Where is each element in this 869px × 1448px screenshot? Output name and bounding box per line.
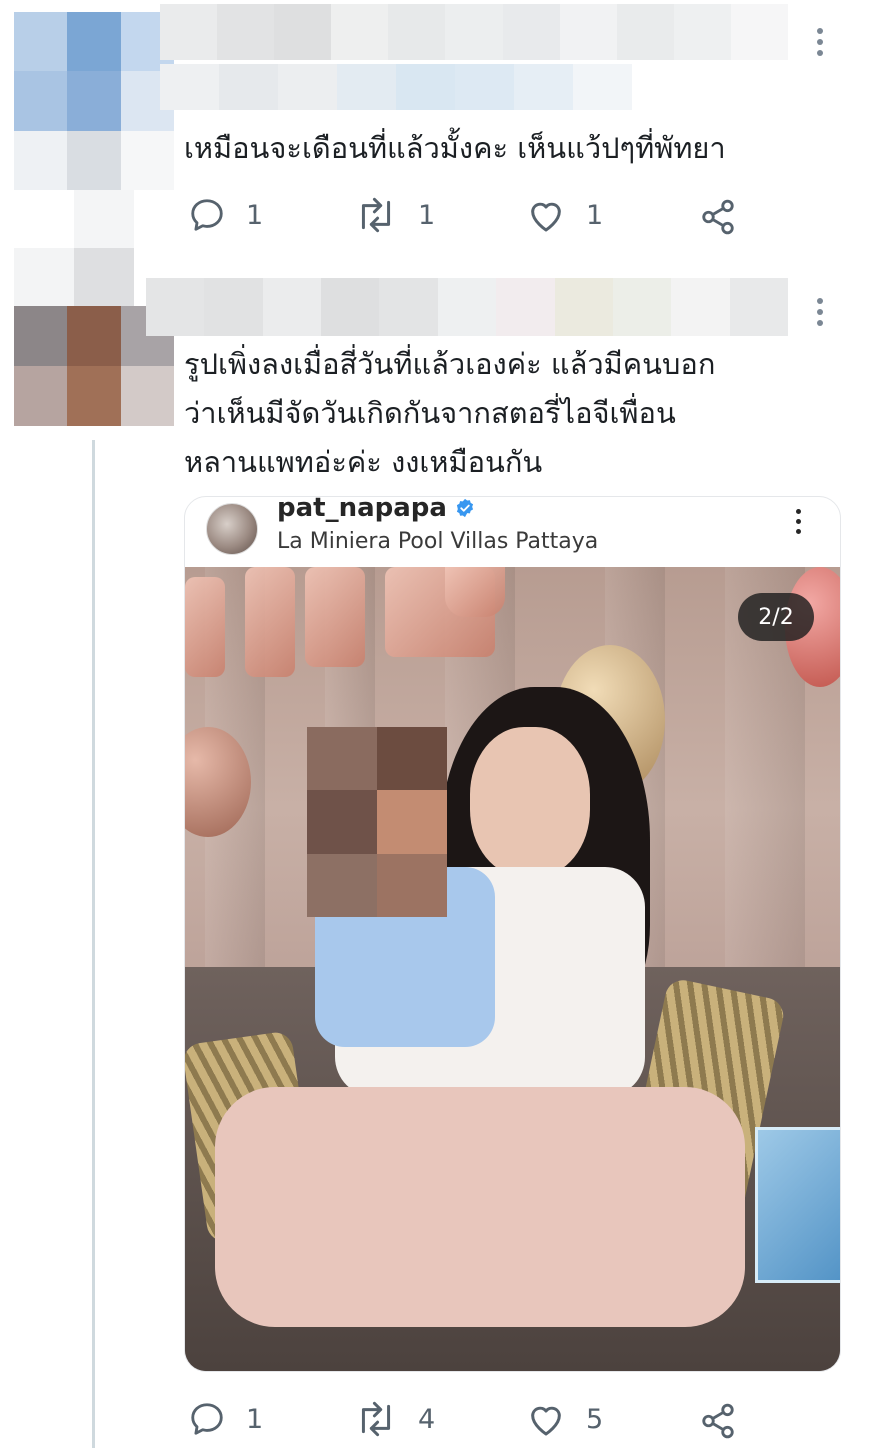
avatar-upper-blur [14,248,134,306]
avatar-lower-blur [74,190,134,248]
reply-button[interactable]: 1 [188,1400,263,1438]
thread-line [92,440,95,1448]
more-options-icon[interactable] [816,298,824,326]
reply-count: 1 [246,199,264,231]
retweet-count: 1 [418,199,436,231]
instagram-photo: 2/2 [185,567,840,1371]
author-name-blurred [160,4,788,60]
reply-icon [191,1403,223,1435]
like-button[interactable]: 5 [526,1400,603,1438]
like-count: 1 [586,199,604,231]
retweet-button[interactable]: 1 [354,196,435,234]
like-count: 5 [586,1403,604,1435]
reply-count: 1 [246,1403,264,1435]
share-icon [702,1403,734,1439]
retweet-count: 4 [418,1403,436,1435]
reply-text-line-1: รูปเพิ่งลงเมื่อสี่วันที่แล้วเองค่ะ แล้วม… [184,347,716,381]
avatar[interactable] [14,12,174,190]
author-name-blurred [146,278,788,336]
more-options-icon[interactable] [816,28,824,56]
instagram-more-icon [794,509,802,534]
reply-text: เหมือนจะเดือนที่แล้วมั้งคะ เห็นแว้ปๆที่พ… [184,131,726,165]
heart-icon [531,202,561,232]
retweet-icon [361,1401,391,1437]
reply-text-line-2: ว่าเห็นมีจัดวันเกิดกันจากสตอรี่ไอจีเพื่อ… [184,396,676,430]
heart-icon [531,1406,561,1436]
retweet-button[interactable]: 4 [354,1400,435,1438]
like-button[interactable]: 1 [526,196,603,234]
reply-button[interactable]: 1 [188,196,263,234]
instagram-avatar [206,503,258,555]
reply-icon [191,199,223,231]
retweet-icon [361,197,391,233]
attached-image[interactable]: pat_napapa La Miniera Pool Villas Pattay… [184,496,841,1372]
image-page-indicator: 2/2 [738,593,814,641]
reply-text-line-3: หลานแพทอ่ะค่ะ งงเหมือนกัน [184,445,543,479]
verified-badge-icon [456,498,474,518]
instagram-username: pat_napapa [277,496,475,523]
share-icon [702,199,734,235]
author-handle-blurred [160,64,632,110]
instagram-username-text: pat_napapa [277,496,447,523]
instagram-location: La Miniera Pool Villas Pattaya [277,529,599,554]
share-button[interactable] [698,1402,738,1440]
share-button[interactable] [698,198,738,236]
